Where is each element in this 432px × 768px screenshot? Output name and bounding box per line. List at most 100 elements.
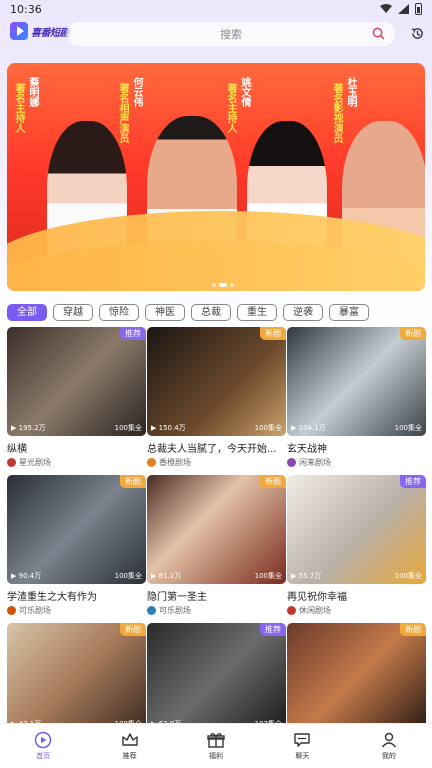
promo-banner[interactable]: 蔡明娜 著名主持人 何云伟 著名相声演员 姚文倩 著名主持人 杜玉明 著名影视演… xyxy=(7,63,425,291)
drama-thumbnail[interactable]: 新剧 ▶ 90.4万 100集全 xyxy=(7,475,146,584)
studio-avatar xyxy=(7,458,16,467)
banner-title-4: 著名影视演员 xyxy=(331,83,342,143)
nav-item-chat[interactable]: 聊天 xyxy=(259,724,345,768)
status-time: 10:36 xyxy=(10,2,42,16)
drama-views-count: 104.1万 xyxy=(298,424,326,432)
drama-thumbnail[interactable]: 推荐 ▶ 195.2万 100集全 xyxy=(7,327,146,436)
drama-thumbnail[interactable]: 新剧 ▶ 150.4万 100集全 xyxy=(147,327,286,436)
tag-4[interactable]: 总裁 xyxy=(191,304,231,321)
drama-studio: 闲来剧场 xyxy=(287,457,426,468)
drama-episodes: 100集全 xyxy=(114,424,142,432)
drama-episodes: 100集全 xyxy=(254,572,282,580)
tag-1[interactable]: 穿越 xyxy=(53,304,93,321)
drama-studio: 休闲剧场 xyxy=(287,605,426,616)
play-icon: ▶ xyxy=(151,424,159,432)
drama-title[interactable]: 学渣重生之大有作为 xyxy=(7,588,146,603)
battery-icon xyxy=(415,3,422,15)
drama-episodes: 100集全 xyxy=(394,572,422,580)
play-circle-icon xyxy=(34,731,52,749)
play-icon: ▶ xyxy=(11,572,19,580)
studio-name: 香橙剧场 xyxy=(159,458,191,467)
drama-title[interactable]: 纵横 xyxy=(7,440,146,455)
studio-avatar xyxy=(147,458,156,467)
drama-card[interactable]: 新剧 ▶ 104.1万 100集全 玄天战神 闲来剧场 xyxy=(287,327,426,468)
banner-dot-active xyxy=(219,283,227,287)
tag-3[interactable]: 神医 xyxy=(145,304,185,321)
studio-name: 闲来剧场 xyxy=(299,458,331,467)
search-placeholder: 搜索 xyxy=(220,28,242,41)
drama-title[interactable]: 隐门第一圣主 xyxy=(147,588,286,603)
drama-views-count: 81.2万 xyxy=(158,572,182,580)
drama-badge: 新剧 xyxy=(400,327,426,340)
drama-episodes: 100集全 xyxy=(254,424,282,432)
studio-avatar xyxy=(147,606,156,615)
search-input[interactable]: 搜索 xyxy=(67,22,395,46)
drama-card[interactable]: 新剧 ▶ 150.4万 100集全 总裁夫人当腻了，今天开始... 香橙剧场 xyxy=(147,327,286,468)
studio-name: 可乐剧场 xyxy=(159,606,191,615)
nav-item-crown[interactable]: 推荐 xyxy=(86,724,172,768)
play-icon: ▶ xyxy=(151,572,159,580)
tag-5[interactable]: 重生 xyxy=(237,304,277,321)
drama-episodes: 100集全 xyxy=(114,572,142,580)
studio-name: 星光剧场 xyxy=(19,458,51,467)
banner-title-1: 著名主持人 xyxy=(13,83,24,133)
drama-card[interactable]: 新剧 xyxy=(287,623,426,732)
drama-thumbnail[interactable]: 新剧 xyxy=(287,623,426,732)
header: 喜番短剧 搜索 xyxy=(0,20,432,48)
drama-title[interactable]: 总裁夫人当腻了，今天开始... xyxy=(147,440,286,455)
drama-badge: 推荐 xyxy=(260,623,286,636)
nav-label: 首页 xyxy=(36,752,51,760)
drama-title[interactable]: 玄天战神 xyxy=(287,440,426,455)
drama-badge: 新剧 xyxy=(120,475,146,488)
play-icon: ▶ xyxy=(291,572,299,580)
nav-item-play-circle[interactable]: 首页 xyxy=(0,724,86,768)
studio-avatar xyxy=(287,458,296,467)
banner-dot xyxy=(230,283,234,287)
tag-2[interactable]: 惊险 xyxy=(99,304,139,321)
drama-thumbnail[interactable]: 新剧 ▶ 104.1万 100集全 xyxy=(287,327,426,436)
drama-badge: 推荐 xyxy=(400,475,426,488)
drama-thumbnail[interactable]: 推荐▶ 63.8万107集全 xyxy=(147,623,286,732)
drama-views: ▶ 150.4万 xyxy=(151,423,186,433)
gift-icon xyxy=(207,733,225,748)
drama-badge: 推荐 xyxy=(120,327,146,340)
drama-studio: 香橙剧场 xyxy=(147,457,286,468)
drama-views: ▶ 81.2万 xyxy=(151,571,181,581)
logo-text: 喜番短剧 xyxy=(31,27,70,39)
studio-name: 休闲剧场 xyxy=(299,606,331,615)
nav-label: 聊天 xyxy=(295,752,310,760)
drama-badge: 新剧 xyxy=(120,623,146,636)
chat-icon xyxy=(294,733,311,747)
search-icon[interactable] xyxy=(372,27,385,40)
user-icon xyxy=(381,732,396,748)
drama-thumbnail[interactable]: 推荐 ▶ 55.7万 100集全 xyxy=(287,475,426,584)
drama-views-count: 55.7万 xyxy=(298,572,322,580)
nav-item-user[interactable]: 我的 xyxy=(346,724,432,768)
nav-item-gift[interactable]: 福利 xyxy=(173,724,259,768)
drama-studio: 星光剧场 xyxy=(7,457,146,468)
drama-views: ▶ 104.1万 xyxy=(291,423,326,433)
drama-studio: 可乐剧场 xyxy=(147,605,286,616)
banner-pagination xyxy=(212,283,234,287)
drama-card[interactable]: 推荐 ▶ 55.7万 100集全再见祝你幸福休闲剧场 xyxy=(287,475,426,616)
tag-6[interactable]: 逆袭 xyxy=(283,304,323,321)
banner-dot xyxy=(212,283,216,287)
drama-thumbnail[interactable]: 新剧▶ 43.1万100集全 xyxy=(7,623,146,732)
status-icons xyxy=(380,3,422,15)
drama-badge: 新剧 xyxy=(400,623,426,636)
drama-card[interactable]: 新剧▶ 43.1万100集全 xyxy=(7,623,146,732)
drama-views: ▶ 90.4万 xyxy=(11,571,41,581)
drama-views-count: 90.4万 xyxy=(18,572,42,580)
drama-card[interactable]: 新剧 ▶ 81.2万 100集全 隐门第一圣主 可乐剧场 xyxy=(147,475,286,616)
history-icon[interactable] xyxy=(410,26,425,41)
banner-name-1: 蔡明娜 xyxy=(27,77,38,107)
tag-7[interactable]: 暴富 xyxy=(329,304,369,321)
drama-title[interactable]: 再见祝你幸福 xyxy=(287,588,426,603)
drama-card[interactable]: 推荐▶ 63.8万107集全 xyxy=(147,623,286,732)
drama-card[interactable]: 新剧 ▶ 90.4万 100集全 学渣重生之大有作为 可乐剧场 xyxy=(7,475,146,616)
banner-title-3: 著名主持人 xyxy=(225,83,236,133)
drama-card[interactable]: 推荐 ▶ 195.2万 100集全纵横星光剧场 xyxy=(7,327,146,468)
app-logo: 喜番短剧 xyxy=(10,22,70,40)
tag-0[interactable]: 全部 xyxy=(7,304,47,321)
drama-thumbnail[interactable]: 新剧 ▶ 81.2万 100集全 xyxy=(147,475,286,584)
